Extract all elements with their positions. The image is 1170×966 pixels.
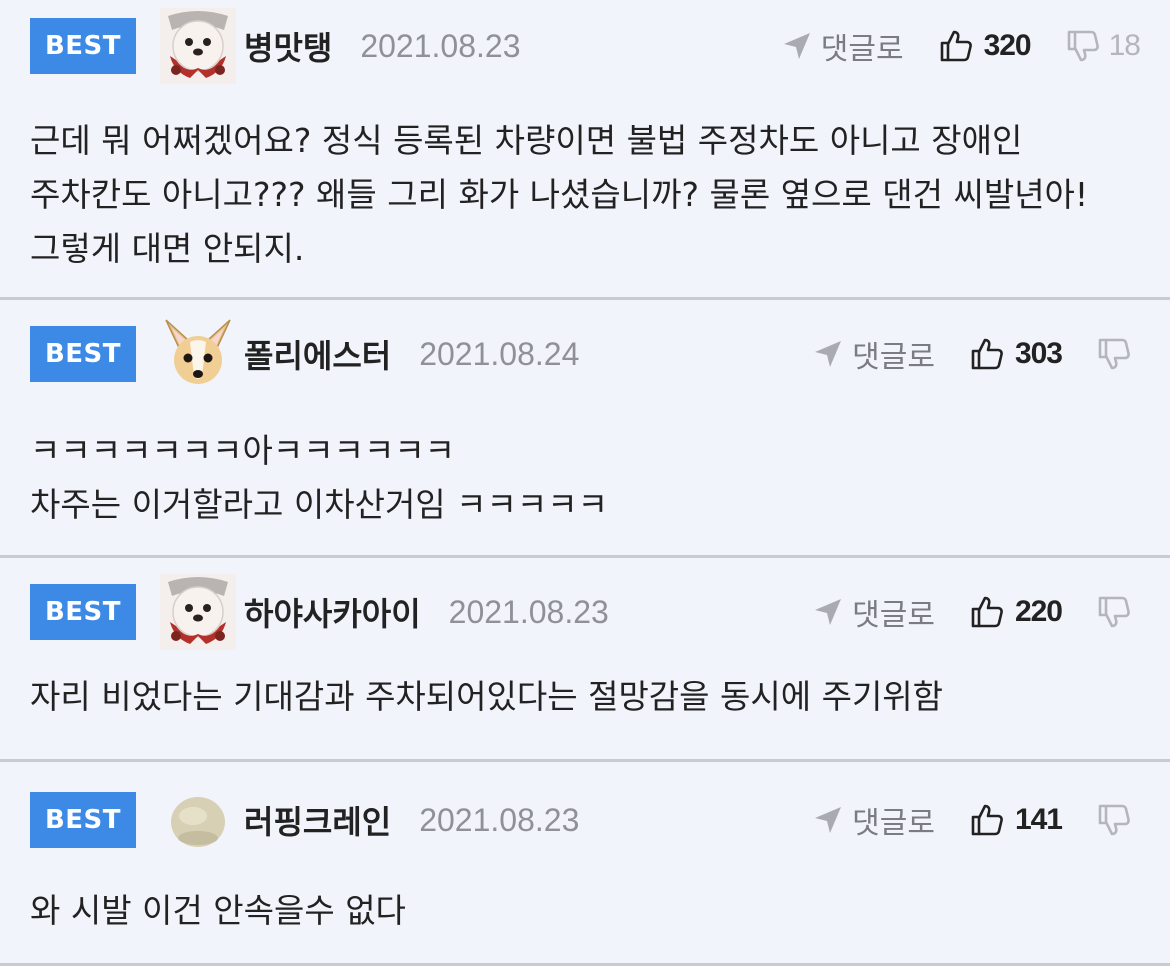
reply-label: 댓글로 xyxy=(852,340,935,375)
comment-item: BEST 폴리에스터 2021.08.24 댓글로 303 ㅋㅋㅋㅋㅋㅋㅋ아ㅋㅋ… xyxy=(0,300,1170,558)
thumbs-down-icon xyxy=(1096,336,1132,372)
panda-dog-avatar[interactable] xyxy=(160,8,236,84)
comment-header: BEST 하야사카아이 2021.08.23 댓글로 220 xyxy=(30,572,1140,652)
like-count: 320 xyxy=(983,29,1032,62)
comment-list: BEST 병맛탱 2021.08.23 댓글로 320 18 근데 뭐 어쩌겠어… xyxy=(0,0,1170,966)
thumbs-up-icon xyxy=(938,28,974,64)
like-button[interactable]: 220 xyxy=(969,594,1063,630)
comment-text: 근데 뭐 어쩌겠어요? 정식 등록된 차량이면 불법 주정차도 아니고 장애인 … xyxy=(30,121,1089,268)
thumbs-up-icon xyxy=(969,336,1005,372)
best-badge: BEST xyxy=(30,792,136,848)
best-badge: BEST xyxy=(30,18,136,74)
comment-text: ㅋㅋㅋㅋㅋㅋㅋ아ㅋㅋㅋㅋㅋㅋ 차주는 이거할라고 이차산거임 ㅋㅋㅋㅋㅋ xyxy=(30,431,608,524)
reply-label: 댓글로 xyxy=(852,598,935,633)
reply-arrow-icon xyxy=(812,804,844,836)
comment-header: BEST 폴리에스터 2021.08.24 댓글로 303 xyxy=(30,314,1140,394)
reply-button[interactable]: 댓글로 xyxy=(812,332,935,376)
comment-date: 2021.08.24 xyxy=(419,335,580,372)
dislike-button[interactable] xyxy=(1096,594,1140,630)
reply-button[interactable]: 댓글로 xyxy=(781,24,904,68)
like-button[interactable]: 320 xyxy=(938,28,1032,64)
thumbs-down-icon xyxy=(1096,594,1132,630)
nickname[interactable]: 하야사카아이 xyxy=(244,589,421,635)
reply-label: 댓글로 xyxy=(852,806,935,841)
reply-arrow-icon xyxy=(812,596,844,628)
reply-button[interactable]: 댓글로 xyxy=(812,590,935,634)
comment-date: 2021.08.23 xyxy=(448,593,609,630)
comment-actions: 댓글로 320 18 xyxy=(781,24,1141,68)
like-count: 220 xyxy=(1014,595,1063,628)
comment-header: BEST 러핑크레인 2021.08.23 댓글로 141 xyxy=(30,780,1140,860)
dislike-count: 18 xyxy=(1108,29,1141,62)
thumbs-down-icon xyxy=(1096,802,1132,838)
like-count: 303 xyxy=(1014,337,1063,370)
comment-text: 와 시발 이건 안속을수 없다 xyxy=(30,891,406,930)
comment-item: BEST 병맛탱 2021.08.23 댓글로 320 18 근데 뭐 어쩌겠어… xyxy=(0,0,1170,300)
comment-actions: 댓글로 141 xyxy=(812,798,1140,842)
comment-actions: 댓글로 303 xyxy=(812,332,1140,376)
best-badge: BEST xyxy=(30,326,136,382)
best-badge: BEST xyxy=(30,584,136,640)
comment-actions: 댓글로 220 xyxy=(812,590,1140,634)
dislike-button[interactable] xyxy=(1096,802,1140,838)
reply-button[interactable]: 댓글로 xyxy=(812,798,935,842)
comment-text: 자리 비었다는 기대감과 주차되어있다는 절망감을 동시에 주기위함 xyxy=(30,677,944,716)
comment-date: 2021.08.23 xyxy=(360,27,521,64)
thumbs-up-icon xyxy=(969,802,1005,838)
dislike-button[interactable] xyxy=(1096,336,1140,372)
reply-arrow-icon xyxy=(812,338,844,370)
dislike-button[interactable]: 18 xyxy=(1065,28,1141,64)
thumbs-down-icon xyxy=(1065,28,1101,64)
like-count: 141 xyxy=(1014,803,1063,836)
comment-date: 2021.08.23 xyxy=(419,801,580,838)
blob-avatar[interactable] xyxy=(160,782,236,858)
reply-label: 댓글로 xyxy=(820,32,904,67)
nickname[interactable]: 폴리에스터 xyxy=(244,331,391,377)
comment-header: BEST 병맛탱 2021.08.23 댓글로 320 18 xyxy=(30,6,1141,86)
panda-dog-avatar[interactable] xyxy=(160,574,236,650)
comment-item: BEST 러핑크레인 2021.08.23 댓글로 141 와 시발 이건 안속… xyxy=(0,762,1170,966)
reply-arrow-icon xyxy=(781,30,813,62)
thumbs-up-icon xyxy=(969,594,1005,630)
comment-item: BEST 하야사카아이 2021.08.23 댓글로 220 자리 비었다는 기… xyxy=(0,558,1170,762)
chihuahua-avatar[interactable] xyxy=(160,316,236,392)
like-button[interactable]: 141 xyxy=(969,802,1063,838)
nickname[interactable]: 병맛탱 xyxy=(244,23,332,69)
like-button[interactable]: 303 xyxy=(969,336,1063,372)
nickname[interactable]: 러핑크레인 xyxy=(244,797,391,843)
